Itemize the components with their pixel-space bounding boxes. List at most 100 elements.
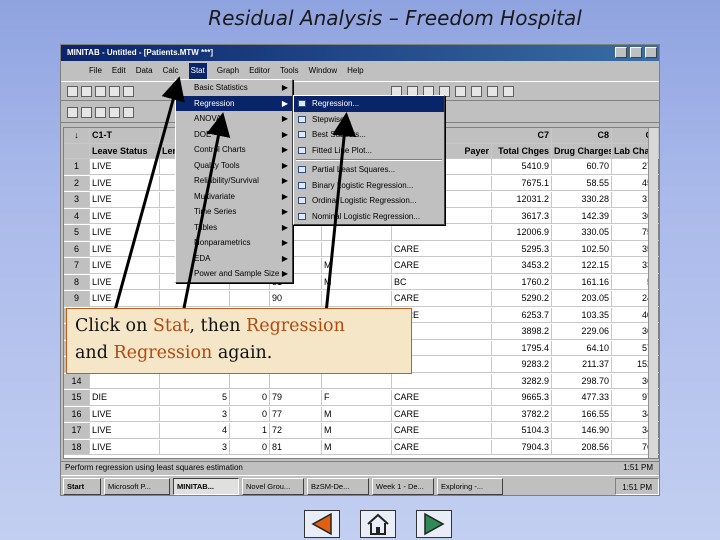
column-id[interactable]: C7 [492, 128, 552, 143]
cell-payer[interactable]: CARE [392, 291, 492, 306]
menu-data[interactable]: Data [136, 63, 153, 79]
home-button[interactable] [360, 510, 396, 538]
cell-value[interactable]: M [322, 258, 392, 273]
regression-menu-item[interactable]: Ordinal Logistic Regression... [294, 193, 444, 209]
menu-calc[interactable]: Calc [163, 63, 179, 79]
stat-menu-item[interactable]: Quality Tools ▶ [176, 158, 292, 174]
column-id[interactable]: C1-T [90, 128, 160, 143]
cell-value[interactable]: 79 [270, 390, 322, 405]
cell-drug-charges[interactable]: 203.05 [552, 291, 612, 306]
row-number[interactable]: 7 [64, 258, 90, 273]
cell-value[interactable]: 90 [270, 291, 322, 306]
cell-value[interactable]: 5 [160, 390, 230, 405]
cell-value[interactable]: F [322, 390, 392, 405]
data-window-icon[interactable] [471, 86, 482, 97]
stat-menu-item[interactable]: Regression ▶ [176, 95, 292, 111]
row-number[interactable]: 1 [64, 159, 90, 174]
cell-total-charges[interactable]: 3782.2 [492, 406, 552, 421]
regression-menu-item[interactable]: Stepwise... [294, 112, 444, 128]
cell-value[interactable]: M [322, 423, 392, 438]
cell-total-charges[interactable]: 5104.3 [492, 423, 552, 438]
cell-total-charges[interactable]: 1795.4 [492, 340, 552, 355]
cell-drug-charges[interactable]: 330.05 [552, 225, 612, 240]
row-number[interactable]: 9 [64, 291, 90, 306]
next-slide-button[interactable] [416, 510, 452, 538]
print-icon[interactable] [109, 86, 120, 97]
new-icon[interactable] [67, 86, 78, 97]
stat-menu-item[interactable]: Time Series ▶ [176, 204, 292, 220]
column-name[interactable]: Leave Status [90, 143, 160, 158]
stat-menu-item[interactable]: Basic Statistics ▶ [176, 80, 292, 96]
cell-payer[interactable]: CARE [392, 258, 492, 273]
cell-total-charges[interactable]: 3898.2 [492, 324, 552, 339]
taskbar-item[interactable]: Novel Grou... [242, 478, 304, 495]
row-number[interactable]: 2 [64, 175, 90, 190]
cell-value[interactable]: 1 [230, 423, 270, 438]
cell-total-charges[interactable]: 12031.2 [492, 192, 552, 207]
cell-value[interactable]: 3 [160, 406, 230, 421]
cell-drug-charges[interactable]: 477.33 [552, 390, 612, 405]
cell-value[interactable]: 77 [270, 406, 322, 421]
cell-payer[interactable]: CARE [392, 241, 492, 256]
cell-value[interactable]: 4 [160, 423, 230, 438]
cell-drug-charges[interactable]: 208.56 [552, 439, 612, 454]
insert-cells-icon[interactable] [67, 107, 78, 118]
stat-menu-item[interactable]: Reliability/Survival ▶ [176, 173, 292, 189]
stat-menu-item[interactable]: Nonparametrics ▶ [176, 235, 292, 251]
cell-total-charges[interactable]: 9665.3 [492, 390, 552, 405]
cell-value[interactable] [322, 373, 392, 388]
cell-leave-status[interactable]: LIVE [90, 192, 160, 207]
cell-leave-status[interactable]: LIVE [90, 258, 160, 273]
taskbar-item-active[interactable]: MINITAB... [173, 478, 239, 495]
cell-drug-charges[interactable]: 166.55 [552, 406, 612, 421]
cell-value[interactable] [322, 291, 392, 306]
cell-drug-charges[interactable]: 330.28 [552, 192, 612, 207]
cell-drug-charges[interactable]: 142.39 [552, 208, 612, 223]
cell-value[interactable] [160, 291, 230, 306]
cell-drug-charges[interactable]: 102.50 [552, 241, 612, 256]
cell-total-charges[interactable]: 3453.2 [492, 258, 552, 273]
stat-menu-item[interactable]: DOE ▶ [176, 127, 292, 143]
cell-drug-charges[interactable]: 161.16 [552, 274, 612, 289]
cell-leave-status[interactable]: LIVE [90, 439, 160, 454]
row-number[interactable]: 6 [64, 241, 90, 256]
regression-menu-item[interactable]: Binary Logistic Regression... [294, 178, 444, 194]
cell-value[interactable]: 0 [230, 390, 270, 405]
cell-value[interactable] [270, 373, 322, 388]
cell-payer[interactable] [392, 373, 492, 388]
cell-value[interactable]: M [322, 274, 392, 289]
start-button[interactable]: Start [63, 478, 101, 495]
cell-value[interactable]: 0 [230, 439, 270, 454]
cell-drug-charges[interactable]: 58.55 [552, 175, 612, 190]
cell-total-charges[interactable]: 12006.9 [492, 225, 552, 240]
cell-leave-status[interactable]: LIVE [90, 175, 160, 190]
row-number[interactable]: 15 [64, 390, 90, 405]
cell-value[interactable]: 72 [270, 423, 322, 438]
cell-payer[interactable]: CARE [392, 406, 492, 421]
cell-total-charges[interactable]: 7904.3 [492, 439, 552, 454]
cell-value[interactable]: 81 [270, 439, 322, 454]
cell-value[interactable]: 3 [160, 439, 230, 454]
regression-menu-item[interactable]: Nominal Logistic Regression... [294, 209, 444, 225]
cell-total-charges[interactable]: 5290.2 [492, 291, 552, 306]
cell-drug-charges[interactable]: 103.35 [552, 307, 612, 322]
cell-total-charges[interactable]: 1760.2 [492, 274, 552, 289]
cell-leave-status[interactable]: LIVE [90, 208, 160, 223]
cell-value[interactable] [322, 225, 392, 240]
cell-total-charges[interactable]: 7675.1 [492, 175, 552, 190]
menu-help[interactable]: Help [347, 63, 363, 79]
cell-drug-charges[interactable]: 146.90 [552, 423, 612, 438]
cell-payer[interactable]: BC [392, 274, 492, 289]
column-name[interactable]: Drug Charges [552, 143, 612, 158]
cell-leave-status[interactable]: LIVE [90, 291, 160, 306]
regression-menu-item[interactable]: Partial Least Squares... [294, 162, 444, 178]
row-number[interactable]: 14 [64, 373, 90, 388]
cell-value[interactable] [230, 373, 270, 388]
move-columns-icon[interactable] [109, 107, 120, 118]
stat-menu-item[interactable]: Multivariate ▶ [176, 189, 292, 205]
cell-payer[interactable]: CARE [392, 390, 492, 405]
cell-drug-charges[interactable]: 298.70 [552, 373, 612, 388]
minimize-button[interactable] [615, 47, 627, 58]
vertical-scrollbar[interactable] [648, 128, 658, 458]
cell-payer[interactable]: CARE [392, 439, 492, 454]
